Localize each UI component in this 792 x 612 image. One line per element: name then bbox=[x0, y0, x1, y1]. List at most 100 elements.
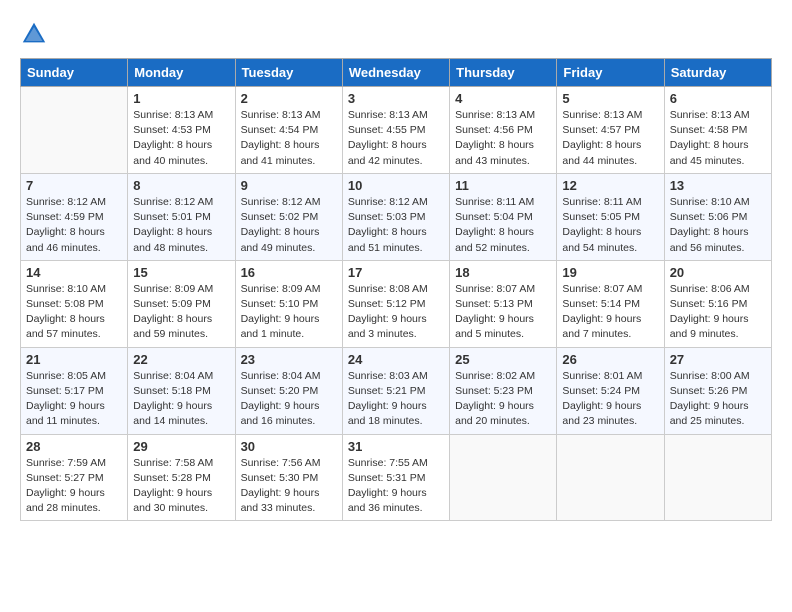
week-row-5: 28 Sunrise: 7:59 AM Sunset: 5:27 PM Dayli… bbox=[21, 434, 772, 521]
calendar-cell: 30 Sunrise: 7:56 AM Sunset: 5:30 PM Dayli… bbox=[235, 434, 342, 521]
calendar-cell: 29 Sunrise: 7:58 AM Sunset: 5:28 PM Dayli… bbox=[128, 434, 235, 521]
day-info: Sunrise: 8:13 AM Sunset: 4:53 PM Dayligh… bbox=[133, 108, 229, 169]
day-info: Sunrise: 8:04 AM Sunset: 5:20 PM Dayligh… bbox=[241, 369, 337, 430]
weekday-header-sunday: Sunday bbox=[21, 59, 128, 87]
day-info: Sunrise: 8:04 AM Sunset: 5:18 PM Dayligh… bbox=[133, 369, 229, 430]
day-info: Sunrise: 8:02 AM Sunset: 5:23 PM Dayligh… bbox=[455, 369, 551, 430]
day-number: 1 bbox=[133, 91, 229, 106]
calendar-body: 1 Sunrise: 8:13 AM Sunset: 4:53 PM Daylig… bbox=[21, 87, 772, 521]
day-info: Sunrise: 8:12 AM Sunset: 5:01 PM Dayligh… bbox=[133, 195, 229, 256]
day-number: 6 bbox=[670, 91, 766, 106]
day-info: Sunrise: 8:08 AM Sunset: 5:12 PM Dayligh… bbox=[348, 282, 444, 343]
calendar-cell: 24 Sunrise: 8:03 AM Sunset: 5:21 PM Dayli… bbox=[342, 347, 449, 434]
day-info: Sunrise: 8:06 AM Sunset: 5:16 PM Dayligh… bbox=[670, 282, 766, 343]
day-number: 8 bbox=[133, 178, 229, 193]
day-number: 9 bbox=[241, 178, 337, 193]
day-info: Sunrise: 8:09 AM Sunset: 5:09 PM Dayligh… bbox=[133, 282, 229, 343]
calendar-cell: 28 Sunrise: 7:59 AM Sunset: 5:27 PM Dayli… bbox=[21, 434, 128, 521]
calendar-cell bbox=[450, 434, 557, 521]
week-row-1: 1 Sunrise: 8:13 AM Sunset: 4:53 PM Daylig… bbox=[21, 87, 772, 174]
day-number: 17 bbox=[348, 265, 444, 280]
calendar-cell: 10 Sunrise: 8:12 AM Sunset: 5:03 PM Dayli… bbox=[342, 173, 449, 260]
weekday-header-saturday: Saturday bbox=[664, 59, 771, 87]
calendar-cell: 20 Sunrise: 8:06 AM Sunset: 5:16 PM Dayli… bbox=[664, 260, 771, 347]
day-info: Sunrise: 8:12 AM Sunset: 5:03 PM Dayligh… bbox=[348, 195, 444, 256]
day-number: 11 bbox=[455, 178, 551, 193]
day-info: Sunrise: 8:12 AM Sunset: 4:59 PM Dayligh… bbox=[26, 195, 122, 256]
calendar-cell: 8 Sunrise: 8:12 AM Sunset: 5:01 PM Daylig… bbox=[128, 173, 235, 260]
day-number: 7 bbox=[26, 178, 122, 193]
day-number: 16 bbox=[241, 265, 337, 280]
day-number: 3 bbox=[348, 91, 444, 106]
calendar-cell: 1 Sunrise: 8:13 AM Sunset: 4:53 PM Daylig… bbox=[128, 87, 235, 174]
calendar-cell bbox=[664, 434, 771, 521]
weekday-header-wednesday: Wednesday bbox=[342, 59, 449, 87]
day-info: Sunrise: 7:59 AM Sunset: 5:27 PM Dayligh… bbox=[26, 456, 122, 517]
day-number: 5 bbox=[562, 91, 658, 106]
calendar-cell: 5Sunrise: 8:13 AM Sunset: 4:57 PM Daylig… bbox=[557, 87, 664, 174]
day-info: Sunrise: 8:07 AM Sunset: 5:14 PM Dayligh… bbox=[562, 282, 658, 343]
calendar-cell: 12 Sunrise: 8:11 AM Sunset: 5:05 PM Dayli… bbox=[557, 173, 664, 260]
page-header bbox=[20, 20, 772, 48]
day-info: Sunrise: 7:58 AM Sunset: 5:28 PM Dayligh… bbox=[133, 456, 229, 517]
day-info: Sunrise: 8:05 AM Sunset: 5:17 PM Dayligh… bbox=[26, 369, 122, 430]
weekday-header-monday: Monday bbox=[128, 59, 235, 87]
day-number: 30 bbox=[241, 439, 337, 454]
calendar-cell: 15 Sunrise: 8:09 AM Sunset: 5:09 PM Dayli… bbox=[128, 260, 235, 347]
day-number: 18 bbox=[455, 265, 551, 280]
day-number: 21 bbox=[26, 352, 122, 367]
day-info: Sunrise: 8:13 AM Sunset: 4:58 PM Dayligh… bbox=[670, 108, 766, 169]
calendar-cell: 2 Sunrise: 8:13 AM Sunset: 4:54 PM Daylig… bbox=[235, 87, 342, 174]
day-number: 26 bbox=[562, 352, 658, 367]
weekday-header-thursday: Thursday bbox=[450, 59, 557, 87]
weekday-header-tuesday: Tuesday bbox=[235, 59, 342, 87]
calendar-cell: 16 Sunrise: 8:09 AM Sunset: 5:10 PM Dayli… bbox=[235, 260, 342, 347]
day-info: Sunrise: 8:03 AM Sunset: 5:21 PM Dayligh… bbox=[348, 369, 444, 430]
day-number: 29 bbox=[133, 439, 229, 454]
week-row-2: 7 Sunrise: 8:12 AM Sunset: 4:59 PM Daylig… bbox=[21, 173, 772, 260]
logo-icon bbox=[20, 20, 48, 48]
calendar-cell bbox=[557, 434, 664, 521]
day-number: 14 bbox=[26, 265, 122, 280]
calendar-cell: 6 Sunrise: 8:13 AM Sunset: 4:58 PM Daylig… bbox=[664, 87, 771, 174]
day-number: 24 bbox=[348, 352, 444, 367]
day-number: 15 bbox=[133, 265, 229, 280]
day-info: Sunrise: 8:13 AM Sunset: 4:56 PM Dayligh… bbox=[455, 108, 551, 169]
day-info: Sunrise: 8:13 AM Sunset: 4:54 PM Dayligh… bbox=[241, 108, 337, 169]
day-number: 20 bbox=[670, 265, 766, 280]
week-row-4: 21 Sunrise: 8:05 AM Sunset: 5:17 PM Dayli… bbox=[21, 347, 772, 434]
day-number: 2 bbox=[241, 91, 337, 106]
day-info: Sunrise: 7:56 AM Sunset: 5:30 PM Dayligh… bbox=[241, 456, 337, 517]
calendar-cell bbox=[21, 87, 128, 174]
calendar-cell: 31Sunrise: 7:55 AM Sunset: 5:31 PM Dayli… bbox=[342, 434, 449, 521]
calendar-cell: 22 Sunrise: 8:04 AM Sunset: 5:18 PM Dayli… bbox=[128, 347, 235, 434]
calendar-header: SundayMondayTuesdayWednesdayThursdayFrid… bbox=[21, 59, 772, 87]
calendar-cell: 18 Sunrise: 8:07 AM Sunset: 5:13 PM Dayli… bbox=[450, 260, 557, 347]
calendar-table: SundayMondayTuesdayWednesdayThursdayFrid… bbox=[20, 58, 772, 521]
day-number: 22 bbox=[133, 352, 229, 367]
day-number: 13 bbox=[670, 178, 766, 193]
day-number: 12 bbox=[562, 178, 658, 193]
day-number: 25 bbox=[455, 352, 551, 367]
calendar-cell: 7 Sunrise: 8:12 AM Sunset: 4:59 PM Daylig… bbox=[21, 173, 128, 260]
day-info: Sunrise: 8:09 AM Sunset: 5:10 PM Dayligh… bbox=[241, 282, 337, 343]
calendar-cell: 21 Sunrise: 8:05 AM Sunset: 5:17 PM Dayli… bbox=[21, 347, 128, 434]
day-info: Sunrise: 7:55 AM Sunset: 5:31 PM Dayligh… bbox=[348, 456, 444, 517]
calendar-cell: 17 Sunrise: 8:08 AM Sunset: 5:12 PM Dayli… bbox=[342, 260, 449, 347]
day-info: Sunrise: 8:11 AM Sunset: 5:05 PM Dayligh… bbox=[562, 195, 658, 256]
day-info: Sunrise: 8:13 AM Sunset: 4:55 PM Dayligh… bbox=[348, 108, 444, 169]
day-number: 10 bbox=[348, 178, 444, 193]
calendar-cell: 13Sunrise: 8:10 AM Sunset: 5:06 PM Dayli… bbox=[664, 173, 771, 260]
logo bbox=[20, 20, 52, 48]
calendar-cell: 23Sunrise: 8:04 AM Sunset: 5:20 PM Dayli… bbox=[235, 347, 342, 434]
calendar-cell: 9 Sunrise: 8:12 AM Sunset: 5:02 PM Daylig… bbox=[235, 173, 342, 260]
calendar-cell: 19 Sunrise: 8:07 AM Sunset: 5:14 PM Dayli… bbox=[557, 260, 664, 347]
weekday-header-row: SundayMondayTuesdayWednesdayThursdayFrid… bbox=[21, 59, 772, 87]
calendar-cell: 26Sunrise: 8:01 AM Sunset: 5:24 PM Dayli… bbox=[557, 347, 664, 434]
day-number: 28 bbox=[26, 439, 122, 454]
day-number: 19 bbox=[562, 265, 658, 280]
day-info: Sunrise: 8:12 AM Sunset: 5:02 PM Dayligh… bbox=[241, 195, 337, 256]
calendar-cell: 11Sunrise: 8:11 AM Sunset: 5:04 PM Dayli… bbox=[450, 173, 557, 260]
day-info: Sunrise: 8:10 AM Sunset: 5:08 PM Dayligh… bbox=[26, 282, 122, 343]
day-info: Sunrise: 8:07 AM Sunset: 5:13 PM Dayligh… bbox=[455, 282, 551, 343]
